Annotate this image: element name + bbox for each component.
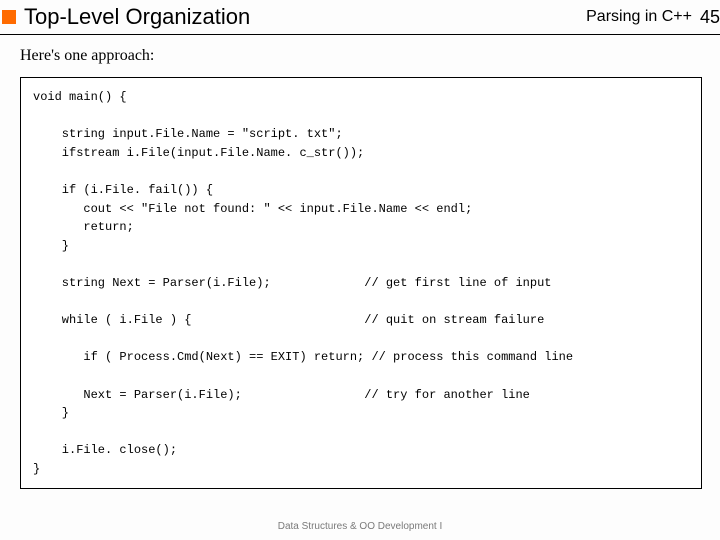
code-block: void main() { string input.File.Name = "… bbox=[20, 77, 702, 489]
bullet-icon bbox=[2, 10, 16, 24]
slide-title: Top-Level Organization bbox=[24, 4, 586, 30]
slide-subtitle: Parsing in C++ bbox=[586, 8, 692, 26]
page-number: 45 bbox=[700, 7, 720, 28]
intro-text: Here's one approach: bbox=[20, 47, 702, 65]
slide-content: Here's one approach: void main() { strin… bbox=[0, 35, 720, 489]
slide-footer: Data Structures & OO Development I bbox=[0, 521, 720, 532]
slide-header: Top-Level Organization Parsing in C++ 45 bbox=[0, 0, 720, 35]
